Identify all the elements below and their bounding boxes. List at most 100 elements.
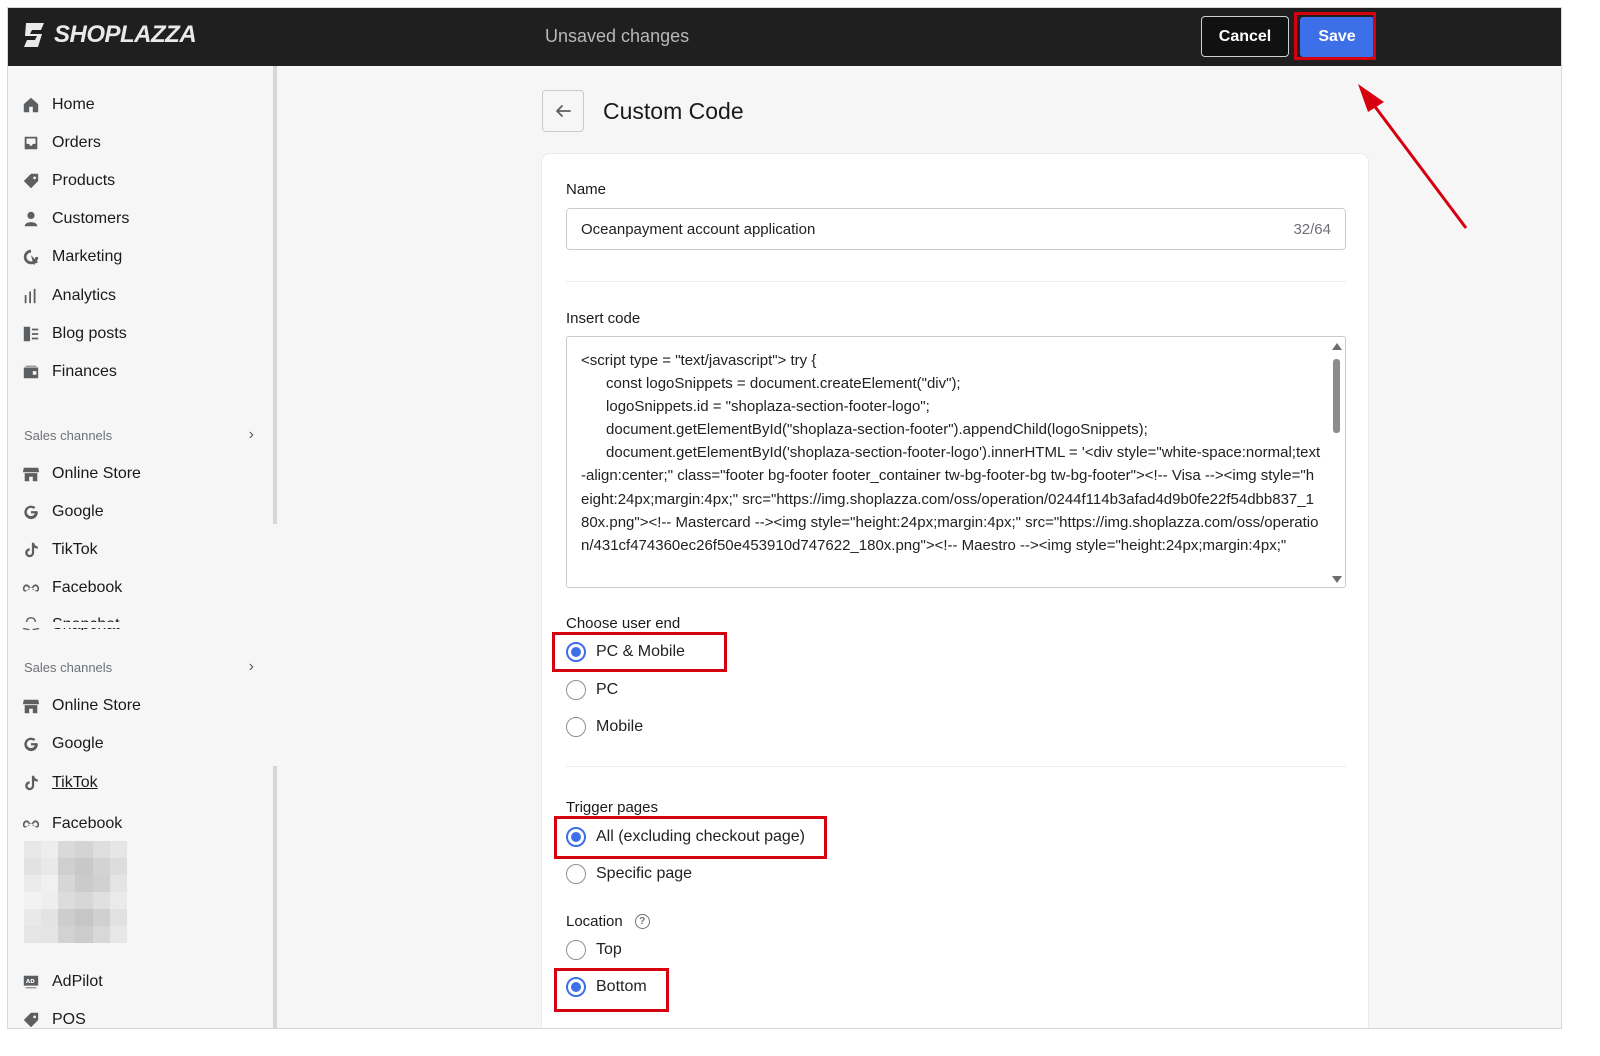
target-icon (23, 249, 39, 266)
divider (566, 281, 1346, 282)
person-icon (24, 211, 38, 227)
radio-mobile[interactable]: Mobile (566, 717, 643, 737)
sidebar-item-home[interactable]: Home (22, 93, 95, 117)
sidebar-item-label: Home (52, 96, 95, 113)
sales-channels-header[interactable]: Sales channels › (24, 426, 254, 444)
custom-code-card: Name Oceanpayment account application 32… (542, 154, 1368, 1028)
name-input[interactable]: Oceanpayment account application 32/64 (566, 208, 1346, 250)
location-label-row: Location ? (566, 913, 650, 930)
sidebar-item-label: Products (52, 172, 116, 189)
sidebar-item-google[interactable]: Google (22, 500, 104, 524)
radio-unselected-icon[interactable] (566, 940, 586, 960)
radio-label: Top (596, 941, 622, 958)
trigger-pages-label: Trigger pages (566, 799, 658, 816)
blog-icon (23, 326, 39, 342)
store-icon (22, 467, 40, 482)
sidebar-item-label: Orders (52, 134, 101, 151)
sidebar-scrollbar-lower[interactable] (273, 766, 277, 1028)
adpilot-icon: AD (23, 975, 39, 989)
annotation-arrow-icon (1358, 84, 1468, 229)
top-bar: SHOPLAZZA Unsaved changes Cancel Save (8, 8, 1561, 66)
user-end-label: Choose user end (566, 615, 681, 632)
sidebar-item-pos[interactable]: POS (22, 1008, 86, 1028)
store-icon (22, 699, 40, 714)
name-label: Name (566, 181, 607, 198)
radio-top[interactable]: Top (566, 940, 622, 960)
sidebar-scrollbar[interactable] (273, 66, 277, 524)
code-content: <script type = "text/javascript"> try { … (581, 352, 1321, 554)
radio-unselected-icon[interactable] (566, 680, 586, 700)
sidebar-item-tiktok-2[interactable]: TikTok (22, 771, 98, 795)
radio-pc[interactable]: PC (566, 680, 618, 700)
section-title: Sales channels (24, 659, 113, 675)
save-highlight-box (1294, 12, 1376, 60)
scroll-down-icon[interactable] (1332, 576, 1342, 583)
sidebar-item-label: Blog posts (52, 325, 127, 342)
cancel-button[interactable]: Cancel (1201, 16, 1289, 57)
wallet-icon (23, 365, 39, 379)
sidebar-item-label: Online Store (52, 697, 141, 714)
sidebar-item-label: Online Store (52, 465, 141, 482)
scroll-up-icon[interactable] (1332, 343, 1342, 350)
radio-unselected-icon[interactable] (566, 864, 586, 884)
help-icon[interactable]: ? (634, 914, 650, 929)
sidebar-item-label: TikTok (52, 774, 98, 791)
pos-tag-icon (23, 1012, 39, 1028)
sidebar-item-online-store[interactable]: Online Store (22, 462, 141, 486)
sidebar-item-label: Finances (52, 363, 117, 380)
sidebar-item-tiktok[interactable]: TikTok (22, 538, 98, 562)
bar-chart-icon (24, 288, 36, 304)
radio-label: Specific page (596, 865, 693, 882)
radio-unselected-icon[interactable] (566, 717, 586, 737)
back-button[interactable] (542, 90, 584, 132)
blurred-app-icons (24, 841, 127, 943)
sidebar-item-facebook-2[interactable]: Facebook (22, 812, 122, 836)
code-scrollbar[interactable] (1331, 341, 1343, 585)
sidebar-item-marketing[interactable]: Marketing (22, 245, 122, 269)
sidebar-item-blog-posts[interactable]: Blog posts (22, 322, 127, 346)
sidebar-item-orders[interactable]: Orders (22, 131, 101, 155)
sidebar-item-label: TikTok (52, 541, 98, 558)
sidebar-item-online-store-2[interactable]: Online Store (22, 694, 141, 718)
sidebar-item-customers[interactable]: Customers (22, 207, 129, 231)
tiktok-icon (25, 542, 38, 558)
arrow-left-icon (556, 105, 571, 117)
sidebar-item-label: Marketing (52, 248, 123, 265)
sidebar-item-label: Google (52, 735, 104, 752)
radio-label: Mobile (596, 718, 644, 735)
sidebar-item-finances[interactable]: Finances (22, 360, 117, 384)
unsaved-changes-status: Unsaved changes (545, 26, 690, 46)
orders-icon (24, 136, 38, 150)
pc-mobile-highlight-box (552, 632, 727, 672)
sidebar-item-facebook[interactable]: Facebook (22, 576, 122, 600)
svg-text:AD: AD (26, 979, 35, 985)
sidebar-item-label: POS (52, 1011, 86, 1028)
radio-specific-page[interactable]: Specific page (566, 864, 692, 884)
scroll-thumb[interactable] (1333, 359, 1340, 433)
location-label: Location (566, 913, 623, 930)
sales-channels-header-2[interactable]: Sales channels › (24, 658, 254, 676)
sidebar-item-products[interactable]: Products (22, 169, 115, 193)
sidebar-item-label: Analytics (52, 287, 117, 304)
sidebar-item-analytics[interactable]: Analytics (22, 284, 116, 308)
sidebar-item-label: Google (52, 503, 104, 520)
sidebar-item-google-2[interactable]: Google (22, 732, 104, 756)
google-icon (24, 737, 38, 752)
sidebar-item-adpilot[interactable]: AD AdPilot (22, 970, 103, 994)
sidebar-item-label: Facebook (52, 579, 123, 596)
code-textarea[interactable]: <script type = "text/javascript"> try { … (566, 336, 1346, 588)
name-value: Oceanpayment account application (581, 220, 816, 238)
brand-logo[interactable]: SHOPLAZZA (22, 21, 197, 49)
sidebar-item-label: Customers (52, 210, 130, 227)
sidebar-item-label: AdPilot (52, 973, 103, 990)
page-title: Custom Code (603, 98, 744, 124)
radio-label: PC (596, 681, 619, 698)
google-icon (24, 505, 38, 520)
shoplazza-logo-icon (24, 23, 44, 47)
scroll-clip (8, 622, 272, 628)
brand-name: SHOPLAZZA (54, 21, 197, 48)
meta-icon (22, 820, 40, 828)
home-icon (23, 97, 39, 113)
chevron-right-icon: › (248, 426, 254, 443)
tiktok-icon (25, 775, 38, 791)
